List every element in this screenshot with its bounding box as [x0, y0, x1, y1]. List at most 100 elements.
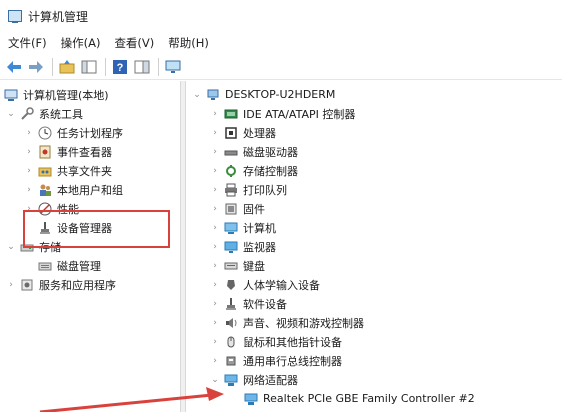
device-label: 网络适配器 [243, 373, 298, 387]
tree-item-task-scheduler[interactable]: › 任务计划程序 [24, 123, 123, 142]
chevron-right-icon[interactable]: › [6, 280, 16, 290]
annotation-highlight-box [23, 210, 170, 248]
device-category-mice[interactable]: › 鼠标和其他指针设备 [210, 332, 342, 351]
back-button[interactable] [4, 57, 24, 77]
tree-item-label: 事件查看器 [57, 145, 112, 159]
chevron-right-icon[interactable]: › [210, 242, 220, 252]
chevron-right-icon[interactable]: › [210, 204, 220, 214]
device-category-sound-video-game[interactable]: › 声音、视频和游戏控制器 [210, 313, 364, 332]
tree-item-computer-management[interactable]: 计算机管理(本地) [4, 85, 109, 104]
ide-icon [224, 107, 238, 121]
network-adapter-icon [244, 392, 258, 406]
up-level-button[interactable] [57, 57, 77, 77]
device-label: IDE ATA/ATAPI 控制器 [243, 107, 356, 121]
chevron-right-icon[interactable]: › [24, 166, 34, 176]
tree-item-label: 系统工具 [39, 107, 83, 121]
toolbar: ? [0, 54, 562, 80]
computer-management-app-icon [8, 10, 22, 23]
chevron-right-icon[interactable]: › [210, 261, 220, 271]
device-category-print-queues[interactable]: › 打印队列 [210, 180, 287, 199]
shared-folder-icon [38, 164, 52, 178]
menu-help[interactable]: 帮助(H) [168, 35, 209, 51]
tree-item-services-applications[interactable]: › 服务和应用程序 [6, 275, 116, 294]
device-label: 处理器 [243, 126, 276, 140]
cpu-icon [224, 126, 238, 140]
menu-view[interactable]: 查看(V) [114, 35, 154, 51]
show-hide-tree-button[interactable] [79, 57, 99, 77]
device-label: 固件 [243, 202, 265, 216]
computer-icon [206, 88, 220, 102]
device-label: 人体学输入设备 [243, 278, 320, 292]
tree-item-event-viewer[interactable]: › 事件查看器 [24, 142, 112, 161]
chevron-right-icon[interactable]: › [210, 147, 220, 157]
chevron-down-icon[interactable]: ⌄ [6, 109, 16, 119]
network-icon [224, 373, 238, 387]
help-button[interactable]: ? [110, 57, 130, 77]
device-label: 存储控制器 [243, 164, 298, 178]
chevron-right-icon[interactable]: › [210, 223, 220, 233]
tree-item-label: 磁盘管理 [57, 259, 101, 273]
device-category-keyboards[interactable]: › 键盘 [210, 256, 265, 275]
software-device-icon [224, 297, 238, 311]
chevron-down-icon[interactable]: ⌄ [192, 90, 202, 100]
device-label: DESKTOP-U2HDERM [225, 88, 336, 101]
chevron-right-icon[interactable]: › [210, 185, 220, 195]
chevron-right-icon[interactable]: › [210, 109, 220, 119]
chevron-right-icon[interactable]: › [210, 318, 220, 328]
monitor-icon [224, 240, 238, 254]
hid-icon [224, 278, 238, 292]
menu-action[interactable]: 操作(A) [61, 35, 101, 51]
computer-mgmt-icon [4, 88, 18, 102]
device-category-monitors[interactable]: › 监视器 [210, 237, 276, 256]
device-category-ide[interactable]: › IDE ATA/ATAPI 控制器 [210, 104, 355, 123]
device-category-network-adapters[interactable]: ⌄ 网络适配器 [210, 370, 298, 389]
tree-item-local-users-groups[interactable]: › 本地用户和组 [24, 180, 123, 199]
tree-item-label: 任务计划程序 [57, 126, 123, 140]
users-icon [38, 183, 52, 197]
chevron-down-icon[interactable]: ⌄ [6, 242, 16, 252]
window-title: 计算机管理 [28, 9, 89, 24]
device-category-software-devices[interactable]: › 软件设备 [210, 294, 287, 313]
device-label: 通用串行总线控制器 [243, 354, 342, 368]
chevron-right-icon[interactable]: › [24, 128, 34, 138]
storage-controller-icon [224, 164, 238, 178]
chevron-right-icon[interactable]: › [210, 299, 220, 309]
printer-icon [224, 183, 238, 197]
toolbar-separator [158, 57, 159, 76]
tree-item-label: 共享文件夹 [57, 164, 112, 178]
chevron-right-icon[interactable]: › [210, 356, 220, 366]
tree-item-system-tools[interactable]: ⌄ 系统工具 [6, 104, 83, 123]
clock-icon [38, 126, 52, 140]
tree-item-shared-folders[interactable]: › 共享文件夹 [24, 161, 112, 180]
chevron-right-icon[interactable]: › [24, 185, 34, 195]
mouse-icon [224, 335, 238, 349]
chevron-right-icon[interactable]: › [210, 128, 220, 138]
properties-button[interactable] [132, 57, 152, 77]
device-category-processors[interactable]: › 处理器 [210, 123, 276, 142]
device-category-computer[interactable]: › 计算机 [210, 218, 276, 237]
tree-item-disk-management[interactable]: 磁盘管理 [38, 256, 101, 275]
chevron-right-icon[interactable]: › [24, 147, 34, 157]
scan-hardware-button[interactable] [163, 57, 183, 77]
device-category-disk-drives[interactable]: › 磁盘驱动器 [210, 142, 298, 161]
device-root-desktop[interactable]: ⌄ DESKTOP-U2HDERM [192, 85, 335, 104]
chevron-down-icon[interactable]: ⌄ [210, 375, 220, 385]
firmware-icon [224, 202, 238, 216]
device-category-hid[interactable]: › 人体学输入设备 [210, 275, 320, 294]
monitor-scan-icon [165, 60, 181, 73]
tree-item-label: 计算机管理(本地) [23, 88, 109, 102]
device-category-firmware[interactable]: › 固件 [210, 199, 265, 218]
chevron-right-icon[interactable]: › [210, 337, 220, 347]
chevron-right-icon[interactable]: › [210, 166, 220, 176]
device-tree-pane[interactable]: ⌄ DESKTOP-U2HDERM › IDE ATA/ATAPI 控制器 › … [186, 81, 562, 412]
forward-button[interactable] [26, 57, 46, 77]
usb-icon [224, 354, 238, 368]
keyboard-icon [224, 259, 238, 273]
menu-file[interactable]: 文件(F) [8, 35, 47, 51]
device-category-storage-controllers[interactable]: › 存储控制器 [210, 161, 298, 180]
chevron-right-icon[interactable]: › [210, 280, 220, 290]
device-label: 磁盘驱动器 [243, 145, 298, 159]
device-category-usb-controllers[interactable]: › 通用串行总线控制器 [210, 351, 342, 370]
forward-arrow-icon [29, 60, 43, 73]
device-realtek-network-adapter[interactable]: Realtek PCIe GBE Family Controller #2 [244, 389, 475, 408]
